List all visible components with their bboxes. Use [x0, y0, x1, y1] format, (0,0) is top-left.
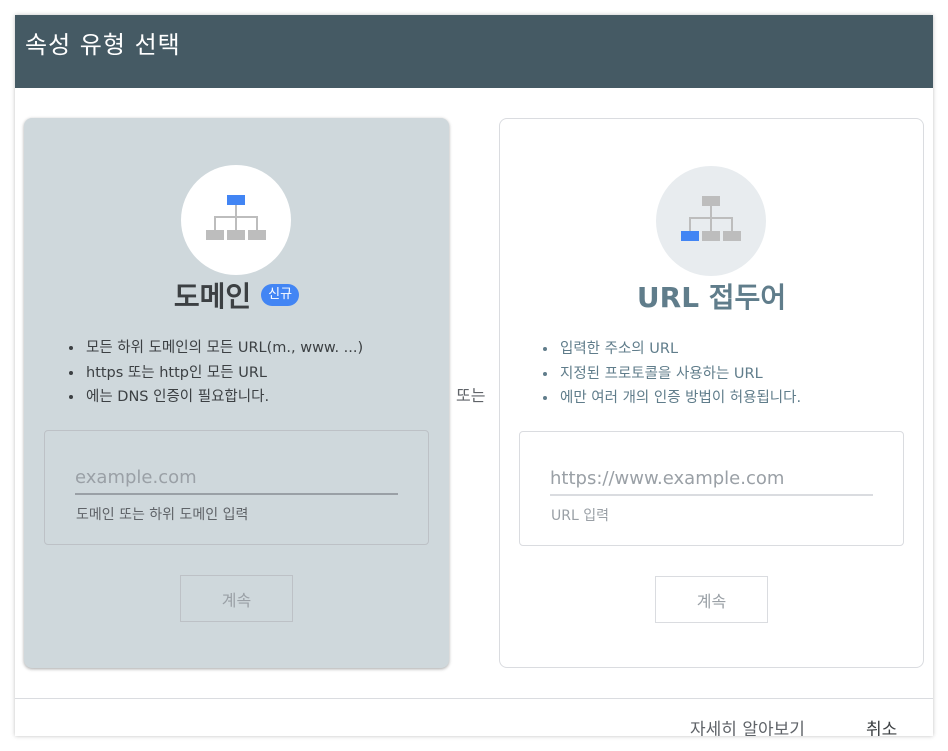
url-prefix-property-card[interactable]: URL 접두어 입력한 주소의 URL 지정된 프로토콜을 사용하는 URL 에… [499, 118, 924, 668]
url-input[interactable] [550, 462, 873, 496]
domain-input-box: 도메인 또는 하위 도메인 입력 [44, 430, 429, 545]
sitemap-icon [206, 195, 266, 240]
dialog-header: 속성 유형 선택 [15, 15, 933, 88]
list-item: https 또는 http인 모든 URL [84, 361, 363, 386]
list-item: 입력한 주소의 URL [558, 337, 801, 362]
select-property-type-dialog: 속성 유형 선택 도메인 신규 모든 하위 도메인의 모든 URL(m., www… [15, 15, 933, 736]
sitemap-icon [681, 196, 741, 241]
url-input-helper: URL 입력 [551, 508, 609, 524]
domain-title-text: 도메인 [173, 280, 252, 313]
learn-more-button[interactable]: 자세히 알아보기 [690, 718, 805, 736]
url-input-box: URL 입력 [519, 431, 904, 546]
url-prefix-card-title: URL 접두어 [636, 281, 787, 314]
new-badge: 신규 [261, 284, 300, 306]
dialog-title: 속성 유형 선택 [25, 31, 181, 59]
or-separator: 또는 [456, 386, 486, 405]
domain-input[interactable] [75, 461, 398, 495]
footer-divider [15, 698, 933, 699]
domain-property-card[interactable]: 도메인 신규 모든 하위 도메인의 모든 URL(m., www. ...) ht… [24, 118, 449, 668]
list-item: 모든 하위 도메인의 모든 URL(m., www. ...) [84, 336, 363, 361]
domain-input-helper: 도메인 또는 하위 도메인 입력 [76, 507, 249, 523]
cancel-button[interactable]: 취소 [866, 718, 897, 736]
list-item: 에만 여러 개의 인증 방법이 허용됩니다. [558, 386, 801, 411]
domain-feature-list: 모든 하위 도메인의 모든 URL(m., www. ...) https 또는… [62, 336, 363, 410]
url-continue-button[interactable]: 계속 [655, 576, 768, 623]
domain-card-title: 도메인 신규 [24, 278, 449, 316]
domain-continue-button[interactable]: 계속 [180, 575, 293, 622]
url-prefix-feature-list: 입력한 주소의 URL 지정된 프로토콜을 사용하는 URL 에만 여러 개의 … [536, 337, 801, 411]
list-item: 지정된 프로토콜을 사용하는 URL [558, 362, 801, 387]
list-item: 에는 DNS 인증이 필요합니다. [84, 385, 363, 410]
url-prefix-icon-circle [656, 166, 766, 276]
domain-icon-circle [181, 165, 291, 275]
